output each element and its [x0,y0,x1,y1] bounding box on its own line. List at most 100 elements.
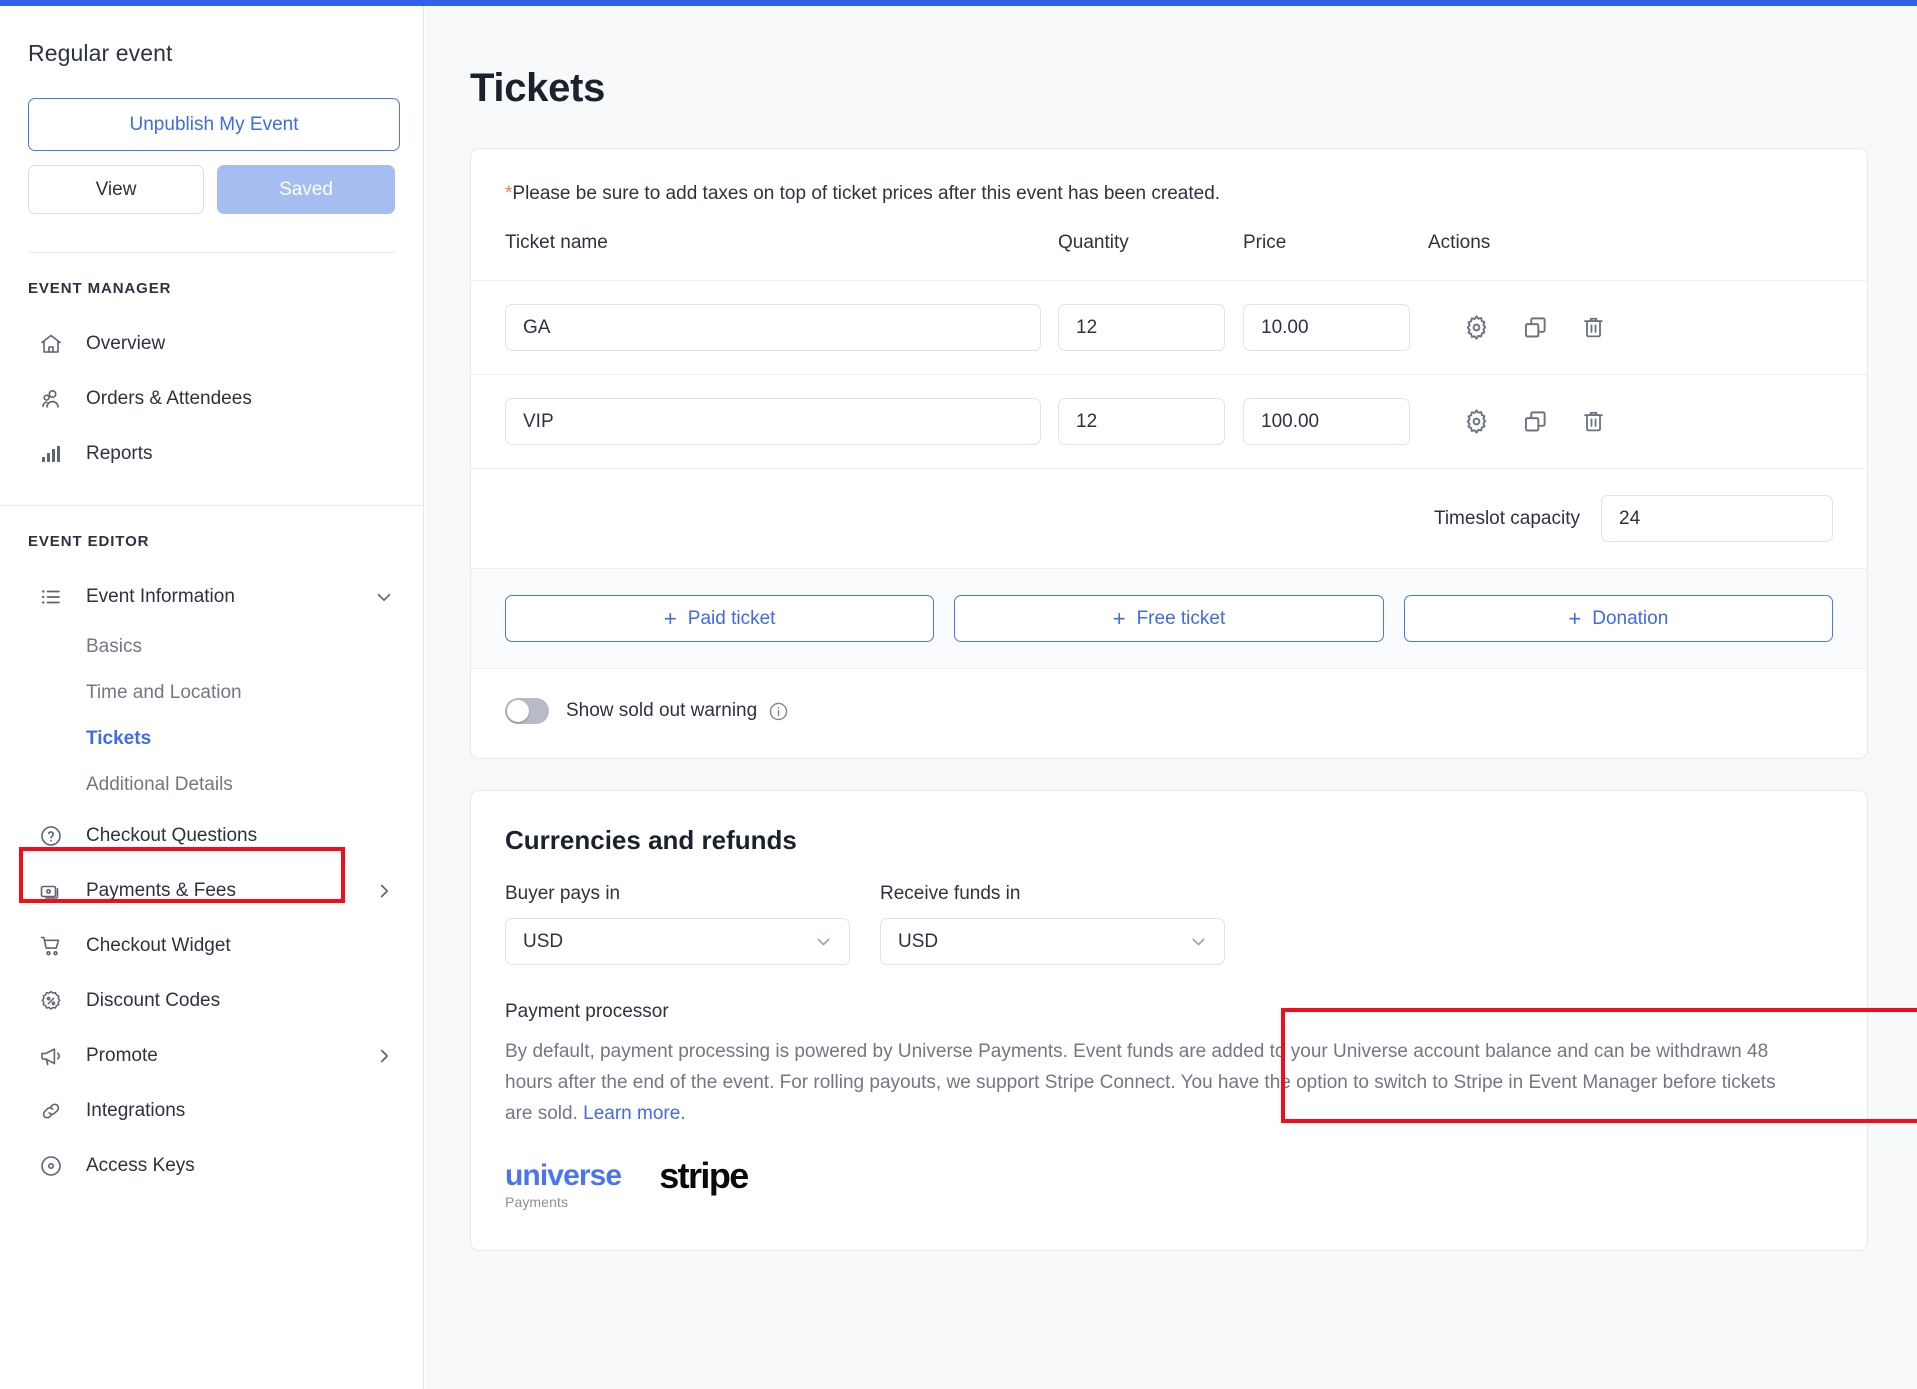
tax-note-text: Please be sure to add taxes on top of ti… [512,183,1220,204]
sidebar-item-label: Checkout Questions [86,825,257,847]
ticket-name-cell [505,304,1058,351]
trash-icon[interactable] [1580,408,1607,435]
ticket-row-actions [1462,313,1607,342]
sidebar-subitem-time-and-location[interactable]: Time and Location [0,670,423,716]
duplicate-icon[interactable] [1522,408,1549,435]
table-row [471,375,1867,469]
universe-logo-subtext: Payments [505,1194,621,1210]
people-icon [38,386,64,412]
add-donation-label: Donation [1592,608,1668,630]
chevron-right-icon[interactable] [373,1045,395,1067]
add-free-ticket-button[interactable]: + Free ticket [954,595,1383,642]
saved-button[interactable]: Saved [217,165,395,214]
currencies-section-title: Currencies and refunds [471,791,1867,856]
timeslot-capacity-row: Timeslot capacity [471,469,1867,569]
main-content: Tickets *Please be sure to add taxes on … [425,6,1917,1389]
sidebar-item-overview[interactable]: Overview [0,316,423,371]
sidebar: Regular event Unpublish My Event View Sa… [0,6,424,1389]
view-button[interactable]: View [28,165,204,214]
payment-processor-label: Payment processor [471,965,1867,1023]
stripe-logo: stripe [659,1159,747,1192]
chevron-right-icon[interactable] [373,880,395,902]
question-circle-icon [38,823,64,849]
ticket-price-input[interactable] [1243,304,1410,351]
sidebar-item-event-information[interactable]: Event Information [0,569,423,624]
key-circle-icon [38,1153,64,1179]
cart-icon [38,933,64,959]
processor-logos: universe Payments stripe [471,1129,1867,1250]
page-title: Tickets [425,6,1917,111]
ticket-name-input[interactable] [505,304,1041,351]
sidebar-section-event-editor: EVENT EDITOR Event Information Basics Ti… [0,506,423,1217]
timeslot-capacity-input[interactable] [1601,495,1833,542]
list-icon [38,584,64,610]
sidebar-subitem-label: Time and Location [86,682,242,704]
add-free-ticket-label: Free ticket [1137,608,1226,630]
sidebar-subitem-label: Additional Details [86,774,233,796]
ticket-price-input[interactable] [1243,398,1410,445]
sidebar-subitem-basics[interactable]: Basics [0,624,423,670]
section-title-event-editor: EVENT EDITOR [0,533,423,550]
sidebar-item-integrations[interactable]: Integrations [0,1083,423,1138]
ticket-quantity-input[interactable] [1058,304,1225,351]
add-paid-ticket-button[interactable]: + Paid ticket [505,595,934,642]
sidebar-item-orders-attendees[interactable]: Orders & Attendees [0,371,423,426]
learn-more-link[interactable]: Learn more. [583,1103,685,1124]
plus-icon: + [1113,608,1126,630]
app-root: Regular event Unpublish My Event View Sa… [0,0,1917,1389]
sidebar-section-event-manager: EVENT MANAGER Overview Orders & Attendee… [0,253,423,505]
money-icon [38,878,64,904]
show-sold-out-warning-toggle[interactable] [505,698,549,724]
sidebar-item-promote[interactable]: Promote [0,1028,423,1083]
home-icon [38,331,64,357]
receive-funds-in-select[interactable]: USD [880,918,1225,965]
buyer-pays-in-select[interactable]: USD [505,918,850,965]
receive-funds-in-value: USD [898,931,938,953]
sidebar-header: Regular event Unpublish My Event View Sa… [0,6,423,253]
currency-fields: Buyer pays in USD Receive funds in USD [471,856,1867,965]
sidebar-item-access-keys[interactable]: Access Keys [0,1138,423,1193]
add-ticket-buttons: + Paid ticket + Free ticket + Donation [471,569,1867,669]
trash-icon[interactable] [1580,314,1607,341]
sidebar-subitem-tickets[interactable]: Tickets [0,716,423,762]
column-header-ticket-name: Ticket name [505,232,1058,254]
ticket-row-actions [1462,407,1607,436]
sidebar-item-checkout-widget[interactable]: Checkout Widget [0,918,423,973]
payment-processor-description: By default, payment processing is powere… [471,1023,1867,1129]
sidebar-item-label: Orders & Attendees [86,388,252,410]
tickets-card: *Please be sure to add taxes on top of t… [470,148,1868,759]
add-donation-button[interactable]: + Donation [1404,595,1833,642]
link-icon [38,1098,64,1124]
sidebar-item-label: Reports [86,443,153,465]
universe-logo-text: universe [505,1161,621,1191]
add-paid-ticket-label: Paid ticket [688,608,776,630]
currencies-and-refunds-card: Currencies and refunds Buyer pays in USD… [470,790,1868,1251]
info-icon[interactable] [768,701,789,722]
sidebar-item-label: Payments & Fees [86,880,236,902]
gear-icon[interactable] [1462,407,1491,436]
sidebar-item-label: Promote [86,1045,158,1067]
ticket-quantity-input[interactable] [1058,398,1225,445]
sidebar-item-checkout-questions[interactable]: Checkout Questions [0,808,423,863]
column-header-quantity: Quantity [1058,232,1243,254]
ticket-name-input[interactable] [505,398,1041,445]
column-header-actions: Actions [1428,232,1608,254]
sidebar-item-label: Discount Codes [86,990,220,1012]
section-title-event-manager: EVENT MANAGER [0,280,423,297]
ticket-quantity-cell [1058,398,1243,445]
sidebar-subitem-label: Tickets [86,728,151,750]
bar-chart-icon [38,441,64,467]
ticket-name-cell [505,398,1058,445]
chevron-down-icon [1188,931,1209,952]
duplicate-icon[interactable] [1522,314,1549,341]
sidebar-item-label: Overview [86,333,165,355]
buyer-pays-in-value: USD [523,931,563,953]
receive-funds-in-label: Receive funds in [880,883,1225,905]
sidebar-item-discount-codes[interactable]: Discount Codes [0,973,423,1028]
chevron-down-icon[interactable] [373,586,395,608]
sidebar-item-payments-fees[interactable]: Payments & Fees [0,863,423,918]
gear-icon[interactable] [1462,313,1491,342]
sidebar-item-reports[interactable]: Reports [0,426,423,481]
sidebar-subitem-additional-details[interactable]: Additional Details [0,762,423,808]
unpublish-my-event-button[interactable]: Unpublish My Event [28,98,400,151]
